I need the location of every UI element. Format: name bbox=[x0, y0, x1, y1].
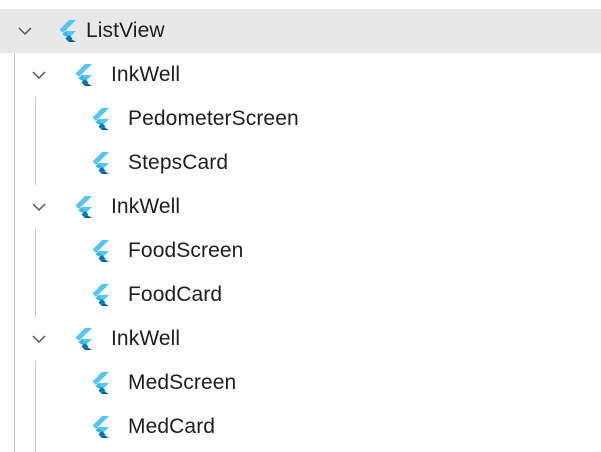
tree-item-label: MedCard bbox=[128, 415, 216, 438]
chevron-down-icon[interactable] bbox=[28, 328, 50, 350]
flutter-icon bbox=[89, 415, 111, 439]
flutter-icon bbox=[89, 239, 111, 263]
widget-tree: ListView InkWell PedometerScreen StepsCa… bbox=[0, 9, 601, 452]
tree-item-label: MedScreen bbox=[128, 371, 237, 394]
tree-item-pedometerscreen[interactable]: PedometerScreen bbox=[0, 97, 601, 141]
flutter-icon bbox=[72, 327, 94, 351]
tree-item-label: FoodCard bbox=[128, 283, 223, 306]
tree-item-inkwell[interactable]: InkWell bbox=[0, 185, 601, 229]
tree-item-foodcard[interactable]: FoodCard bbox=[0, 273, 601, 317]
tree-item-stepscard[interactable]: StepsCard bbox=[0, 141, 601, 185]
flutter-icon bbox=[89, 371, 111, 395]
chevron-down-icon[interactable] bbox=[14, 20, 36, 42]
flutter-icon bbox=[89, 107, 111, 131]
tree-item-medscreen[interactable]: MedScreen bbox=[0, 361, 601, 405]
tree-item-medcard[interactable]: MedCard bbox=[0, 405, 601, 449]
chevron-down-icon[interactable] bbox=[28, 64, 50, 86]
tree-item-inkwell[interactable]: InkWell bbox=[0, 317, 601, 361]
tree-item-label: ListView bbox=[86, 19, 165, 42]
tree-item-foodscreen[interactable]: FoodScreen bbox=[0, 229, 601, 273]
chevron-down-icon[interactable] bbox=[28, 196, 50, 218]
tree-item-label: InkWell bbox=[111, 63, 181, 86]
flutter-icon bbox=[72, 63, 94, 87]
flutter-icon bbox=[89, 151, 111, 175]
flutter-icon bbox=[72, 195, 94, 219]
tree-item-label: InkWell bbox=[111, 195, 181, 218]
tree-item-listview[interactable]: ListView bbox=[0, 9, 601, 53]
tree-item-inkwell[interactable]: InkWell bbox=[0, 53, 601, 97]
tree-item-label: PedometerScreen bbox=[128, 107, 299, 130]
tree-item-label: FoodScreen bbox=[128, 239, 244, 262]
flutter-icon bbox=[56, 19, 78, 43]
tree-item-label: StepsCard bbox=[128, 151, 229, 174]
flutter-icon bbox=[89, 283, 111, 307]
tree-item-label: InkWell bbox=[111, 327, 181, 350]
